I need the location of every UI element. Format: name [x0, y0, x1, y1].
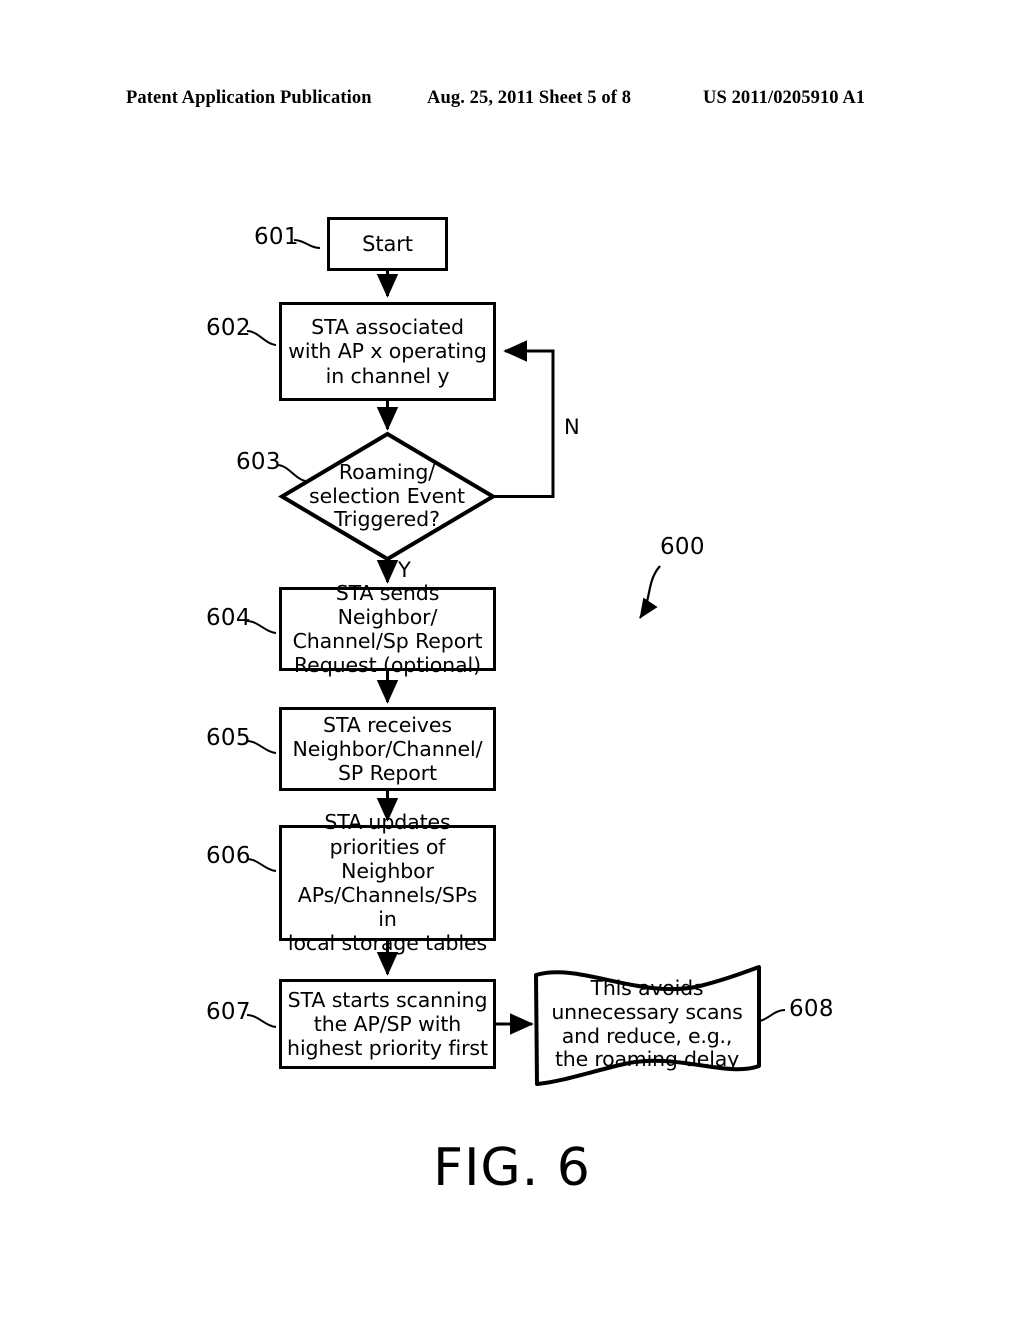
flow-node-benefit-note[interactable]: This avoids unnecessary scans and reduce, …	[533, 966, 761, 1083]
flow-node-sta-sends-report-request[interactable]: STA sends Neighbor/Channel/Sp Report Requ…	[279, 581, 496, 677]
flow-node-start[interactable]: Start	[327, 217, 448, 271]
flow-node-sta-sends-report-request-label: STA sends Neighbor/Channel/Sp Report Requ…	[292, 580, 483, 678]
reference-numeral-604: 604	[206, 605, 251, 631]
leader-line-606	[246, 858, 277, 872]
reference-numeral-600: 600	[660, 534, 705, 560]
reference-numeral-608: 608	[789, 996, 834, 1022]
flow-node-sta-updates-priorities-label: STA updates priorities of Neighbor APs/Cha…	[287, 810, 488, 956]
flow-node-roaming-decision[interactable]: Roaming/selection Event Triggered?	[281, 434, 493, 559]
reference-numeral-605: 605	[206, 725, 251, 751]
flow-node-start-label: Start	[362, 231, 413, 256]
flowchart-canvas	[246, 239, 786, 1086]
reference-numeral-603: 603	[236, 449, 281, 475]
figure-caption: FIG. 6	[433, 1138, 591, 1198]
flow-node-benefit-note-label: This avoids unnecessary scans and reduce, …	[551, 976, 743, 1072]
flow-node-sta-updates-priorities[interactable]: STA updates priorities of Neighbor APs/Cha…	[279, 810, 496, 955]
flow-node-roaming-decision-label: Roaming/selection Event Triggered?	[309, 459, 465, 532]
flow-node-sta-receives-report-label: STA receives Neighbor/Channel/SP Report	[292, 712, 483, 786]
flow-node-sta-associated[interactable]: STA associated with AP x operating in chan…	[279, 302, 496, 401]
connector-603-602-no-feedback	[493, 340, 555, 498]
flow-node-sta-receives-report[interactable]: STA receives Neighbor/Channel/SP Report	[279, 707, 496, 791]
reference-numeral-607: 607	[206, 999, 251, 1025]
leader-line-605	[246, 740, 277, 754]
reference-numeral-606: 606	[206, 843, 251, 869]
leader-line-607	[246, 1014, 277, 1028]
reference-numeral-601: 601	[254, 224, 299, 250]
figure-ref-600-arrow	[639, 565, 661, 619]
leader-line-602	[246, 330, 277, 346]
flow-node-sta-starts-scanning[interactable]: STA starts scanning the AP/SP with highest…	[279, 979, 496, 1069]
leader-line-608	[756, 1009, 786, 1023]
flow-node-sta-starts-scanning-label: STA starts scanning the AP/SP with highest…	[287, 987, 488, 1061]
leader-line-604	[246, 620, 277, 634]
branch-label-yes: Y	[398, 558, 411, 582]
reference-numeral-602: 602	[206, 315, 251, 341]
flow-node-sta-associated-label: STA associated with AP x operating in chan…	[288, 315, 487, 388]
branch-label-no: N	[564, 415, 580, 439]
